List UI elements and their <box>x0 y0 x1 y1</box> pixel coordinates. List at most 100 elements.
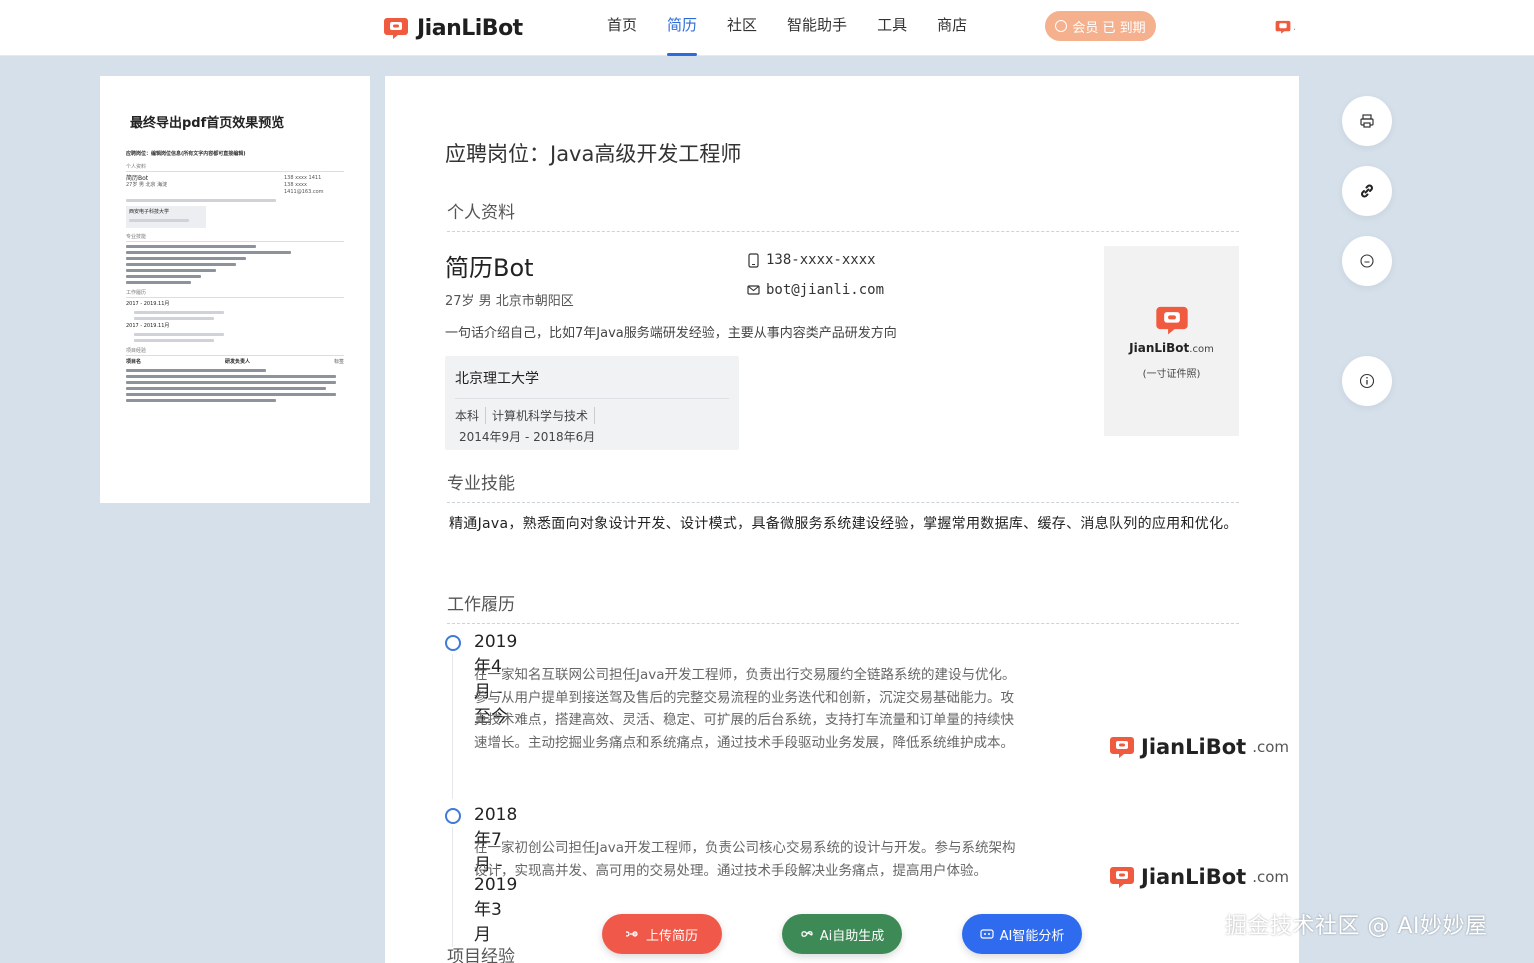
nav-home[interactable]: 首页 <box>592 0 652 56</box>
user-dot: . <box>1293 21 1297 33</box>
membership-label: 会员 已 到期 <box>1072 20 1146 36</box>
resume-meta[interactable]: 27岁 男 北京市朝阳区 <box>445 290 574 309</box>
preview-project-name: 项目名 <box>126 359 142 365</box>
jianlibot-logo-icon <box>384 18 408 39</box>
mail-icon <box>747 285 760 295</box>
photo-brand: JianLiBot.com <box>1129 340 1214 355</box>
preview-line <box>134 311 224 314</box>
section-skills[interactable]: 专业技能 <box>447 469 1239 503</box>
printer-icon <box>1360 114 1374 128</box>
robot-icon <box>980 929 994 939</box>
share-link-button[interactable] <box>1342 166 1392 216</box>
email-field[interactable]: bot@jianli.com <box>747 282 884 298</box>
phone-field[interactable]: 138-xxxx-xxxx <box>747 252 876 268</box>
jianlibot-logo-icon <box>1110 737 1134 758</box>
jianlibot-logo-icon <box>1110 867 1134 888</box>
phone-value: 138-xxxx-xxxx <box>766 252 876 268</box>
id-photo[interactable]: JianLiBot.com (一寸证件照) <box>1104 246 1239 436</box>
preview-edu-box: 西安电子科技大学 <box>126 206 206 228</box>
preview-line <box>126 251 291 254</box>
preview-email: 138 xxxx 1411@163.com <box>284 182 324 195</box>
preview-skills-label: 专业技能 <box>126 233 344 242</box>
preview-line <box>126 369 266 372</box>
preview-project-role: 研发负责人 <box>224 359 250 365</box>
preview-line <box>126 257 246 260</box>
timeline-dot <box>445 635 461 651</box>
user-avatar[interactable]: . <box>1275 19 1296 35</box>
preview-line <box>126 199 276 202</box>
brand-logo[interactable]: JianLiBot <box>383 12 523 44</box>
analyze-label: AI智能分析 <box>999 928 1065 944</box>
preview-project-tag: 标签 <box>333 359 344 365</box>
comment-button[interactable] <box>1342 236 1392 286</box>
preview-name: 简历Bot <box>126 175 149 182</box>
email-value: bot@jianli.com <box>766 282 885 298</box>
timeline-line <box>452 827 453 947</box>
main-nav: 首页 简历 社区 智能助手 工具 商店 <box>592 0 982 56</box>
upload-resume-button[interactable]: 上传简历 <box>602 914 722 954</box>
degree: 本科 <box>455 407 487 424</box>
photo-caption: (一寸证件照) <box>1142 368 1201 380</box>
ai-analyze-button[interactable]: AI智能分析 <box>962 914 1082 954</box>
top-navbar: JianLiBot 首页 简历 社区 智能助手 工具 商店 会员 已 到期 . <box>0 0 1534 56</box>
section-personal[interactable]: 个人资料 <box>447 198 1239 232</box>
preview-line <box>126 375 336 378</box>
work-desc: 在一家知名互联网公司担任Java开发工程师，负责出行交易履约全链路系统的建设与优… <box>474 667 1016 751</box>
upload-icon <box>625 931 638 937</box>
preview-line <box>134 339 214 342</box>
preview-line <box>126 245 256 248</box>
preview-line <box>126 381 336 384</box>
nav-tools[interactable]: 工具 <box>862 0 922 56</box>
preview-line <box>129 219 189 222</box>
brand-name: JianLiBot <box>417 15 523 41</box>
preview-title: 最终导出pdf首页效果预览 <box>130 116 285 131</box>
timeline-line <box>452 654 453 799</box>
nav-resume[interactable]: 简历 <box>652 0 712 56</box>
preview-date-2: 2017 - 2019.11月 <box>126 323 170 329</box>
preview-project-label: 项目经验 <box>126 347 344 356</box>
major: 计算机科学与技术 <box>492 407 596 424</box>
comment-icon <box>1360 254 1374 268</box>
preview-work-label: 工作履历 <box>126 289 344 298</box>
watermark: 掘金技术社区 @ AI妙妙屋 <box>1225 914 1488 939</box>
link-icon <box>1361 184 1373 198</box>
phone-icon <box>748 252 759 268</box>
preview-job-line: 应聘岗位：编辑岗位信息(所有文字内容都可直接编辑) <box>126 151 246 157</box>
preview-line <box>134 333 224 336</box>
nav-store[interactable]: 商店 <box>922 0 982 56</box>
timeline-dot <box>445 808 461 824</box>
job-title[interactable]: 应聘岗位：Java高级开发工程师 <box>445 138 741 168</box>
preview-personal-label: 个人资料 <box>126 163 344 172</box>
degree-row: 本科 计算机科学与技术 <box>455 407 729 424</box>
info-icon <box>1359 373 1375 389</box>
clock-icon <box>1055 20 1068 32</box>
info-button[interactable] <box>1342 356 1392 406</box>
preview-line <box>134 317 214 320</box>
work-brand-logo: JianLiBot .com <box>1109 864 1289 890</box>
work-brand-logo: JianLiBot .com <box>1109 734 1289 760</box>
preview-phone: 138 xxxx 1411 <box>284 175 322 181</box>
preview-line <box>126 281 191 284</box>
resume-intro[interactable]: 一句话介绍自己，比如7年Java服务端研发经验，主要从事内容类产品研发方向 <box>445 322 897 341</box>
education-card[interactable]: 北京理工大学 本科 计算机科学与技术 2014年9月 - 2018年6月 <box>445 356 739 450</box>
preview-date-1: 2017 - 2019.11月 <box>126 301 170 307</box>
pdf-preview-card[interactable]: 最终导出pdf首页效果预览 应聘岗位：编辑岗位信息(所有文字内容都可直接编辑) … <box>100 76 370 503</box>
preview-project-row: 项目名 研发负责人 标签 <box>126 359 344 366</box>
preview-meta: 27岁 男 北京 海淀 <box>126 182 168 188</box>
school-name: 北京理工大学 <box>455 368 729 399</box>
infinity-icon <box>801 931 813 937</box>
preview-line <box>126 399 276 402</box>
print-button[interactable] <box>1342 96 1392 146</box>
resume-name[interactable]: 简历Bot <box>445 248 534 283</box>
preview-line <box>126 275 201 278</box>
nav-community[interactable]: 社区 <box>712 0 772 56</box>
membership-button[interactable]: 会员 已 到期 <box>1045 11 1156 41</box>
work-desc: 在一家初创公司担任Java开发工程师，负责公司核心交易系统的设计与开发。参与系统… <box>474 840 1016 879</box>
skills-text[interactable]: 精通Java，熟悉面向对象设计开发、设计模式，具备微服务系统建设经验，掌握常用数… <box>449 512 1239 537</box>
preview-line <box>126 263 236 266</box>
resume-editor: 应聘岗位：Java高级开发工程师 个人资料 简历Bot 27岁 男 北京市朝阳区… <box>385 76 1299 963</box>
section-work[interactable]: 工作履历 <box>447 590 1239 624</box>
nav-assistant[interactable]: 智能助手 <box>772 0 862 56</box>
ai-generate-button[interactable]: Ai自助生成 <box>782 914 902 954</box>
generate-label: Ai自助生成 <box>819 928 885 944</box>
